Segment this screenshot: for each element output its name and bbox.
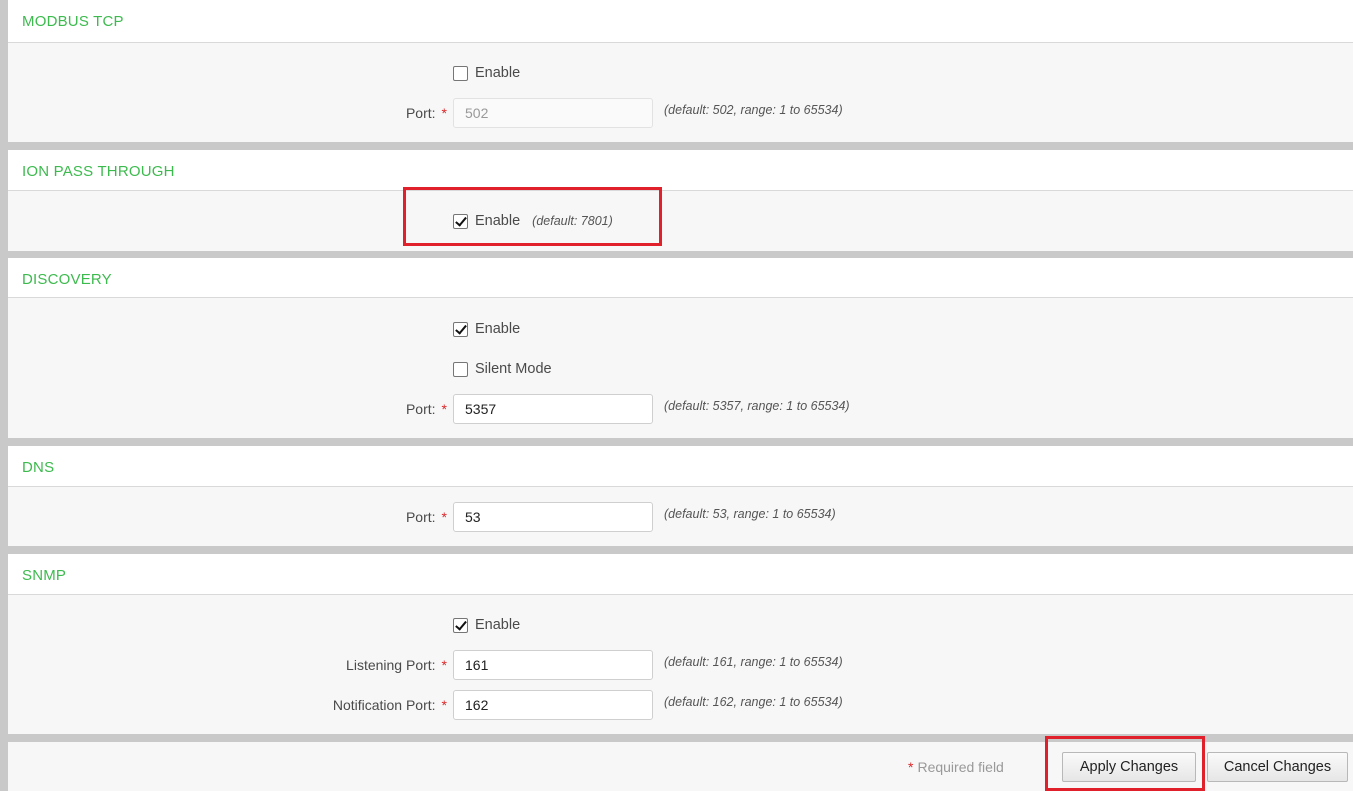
modbus-port-hint: (default: 502, range: 1 to 65534) [664,103,843,117]
ion-pass-through-section: ION PASS THROUGH Enable (default: 7801) [8,150,1353,251]
apply-changes-button[interactable]: Apply Changes [1062,752,1196,782]
modbus-enable-checkbox[interactable]: Enable [453,63,520,83]
ion-pass-through-header: ION PASS THROUGH [8,150,1353,191]
discovery-section: DISCOVERY Enable Silent Mode Port:* (def… [8,258,1353,438]
modbus-port-label: Port: * [405,105,447,121]
snmp-notification-port-input[interactable] [453,690,653,720]
snmp-listening-port-input[interactable] [453,650,653,680]
dns-section: DNS Port:* (default: 53, range: 1 to 655… [8,446,1353,546]
discovery-header: DISCOVERY [8,258,1353,298]
snmp-listening-port-label: Listening Port: * [346,657,447,673]
modbus-tcp-header: MODBUS TCP [8,0,1353,43]
snmp-notification-port-label: Notification Port: * [332,697,447,713]
cancel-changes-button[interactable]: Cancel Changes [1207,752,1348,782]
discovery-enable-label: Enable [475,321,521,337]
discovery-silent-mode-box[interactable] [453,361,468,377]
snmp-notification-port-hint: (default: 162, range: 1 to 65534) [664,695,843,709]
dns-title: DNS [22,459,55,476]
discovery-silent-mode-label: Silent Mode [475,361,552,377]
discovery-silent-mode-checkbox[interactable]: Silent Mode [453,359,552,379]
dns-header: DNS [8,446,1353,487]
snmp-header: SNMP [8,554,1353,595]
ion-enable-hint: (default: 7801) [532,214,613,228]
discovery-enable-box[interactable] [453,321,468,337]
ion-enable-checkbox[interactable]: Enable (default: 7801) [453,211,613,231]
snmp-listening-port-hint: (default: 161, range: 1 to 65534) [664,655,843,669]
form-footer: * Required field Apply Changes Cancel Cha… [8,742,1353,791]
discovery-title: DISCOVERY [22,271,112,288]
modbus-tcp-section: MODBUS TCP Enable Port:* (default: 502, … [8,0,1353,142]
snmp-enable-label: Enable [475,617,521,633]
dns-port-input[interactable] [453,502,653,532]
discovery-port-hint: (default: 5357, range: 1 to 65534) [664,399,850,413]
discovery-enable-checkbox[interactable]: Enable [453,319,520,339]
modbus-tcp-title: MODBUS TCP [22,13,124,30]
ion-pass-through-title: ION PASS THROUGH [22,163,175,180]
discovery-port-label: Port: * [405,401,447,417]
dns-port-label: Port: * [405,509,447,525]
ion-enable-box[interactable] [453,213,468,229]
snmp-enable-checkbox[interactable]: Enable [453,615,520,635]
snmp-title: SNMP [22,567,67,584]
discovery-port-input[interactable] [453,394,653,424]
snmp-enable-box[interactable] [453,617,468,633]
dns-port-hint: (default: 53, range: 1 to 65534) [664,507,836,521]
modbus-port-input[interactable] [453,98,653,128]
required-field-note: * Required field [908,759,1004,775]
modbus-enable-box[interactable] [453,65,468,81]
modbus-enable-label: Enable [475,65,521,81]
snmp-section: SNMP Enable Listening Port:* (default: 1… [8,554,1353,734]
ion-enable-label: Enable [475,213,521,229]
